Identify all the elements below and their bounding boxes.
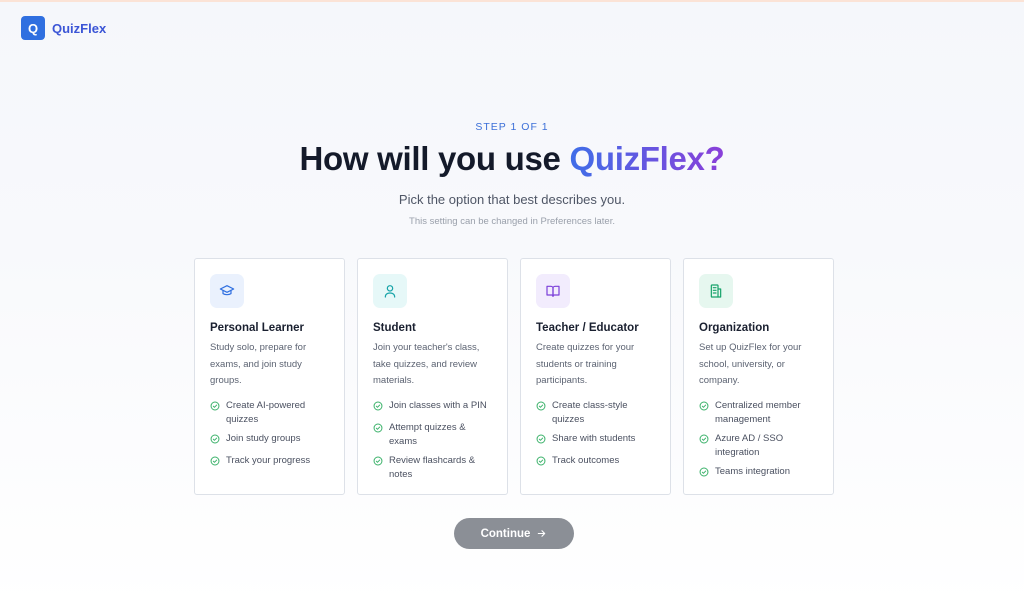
title-prefix: How will you use	[299, 140, 570, 177]
check-circle-icon	[699, 434, 709, 449]
feature-label: Attempt quizzes & exams	[389, 421, 466, 447]
feature-label: Centralized member management	[715, 399, 801, 425]
feature-list: Centralized member management Azure AD /…	[699, 399, 819, 482]
card-description: Set up QuizFlex for your school, univers…	[699, 342, 802, 386]
card-icon	[210, 274, 244, 308]
page-subtitle: Pick the option that best describes you.	[398, 192, 626, 207]
check-circle-icon	[536, 456, 546, 471]
usage-options: Personal Learner Study solo, prepare for…	[194, 258, 834, 495]
card-title: Teacher / Educator	[536, 322, 639, 334]
feature-item: Join classes with a PIN	[373, 399, 493, 416]
step-indicator: STEP 1 OF 1	[475, 121, 549, 133]
book-icon	[546, 285, 560, 297]
card-description: Create quizzes for your students or trai…	[536, 342, 635, 386]
brand-name: QuizFlex	[52, 20, 107, 36]
feature-label: Track your progress	[226, 454, 311, 466]
check-circle-icon	[210, 434, 220, 449]
feature-label: Teams integration	[715, 465, 790, 477]
feature-label: Create AI-powered quizzes	[226, 399, 306, 425]
card-icon	[699, 274, 733, 308]
feature-item: Track outcomes	[536, 454, 656, 471]
card-description: Study solo, prepare for exams, and join …	[210, 342, 307, 386]
check-circle-icon	[210, 456, 220, 471]
feature-item: Review flashcards & notes	[373, 454, 493, 482]
card-icon	[373, 274, 407, 308]
user-icon	[384, 285, 396, 298]
building-icon	[710, 284, 722, 298]
check-circle-icon	[373, 423, 383, 438]
feature-label: Review flashcards & notes	[389, 454, 476, 480]
feature-item: Azure AD / SSO integration	[699, 432, 819, 460]
feature-item: Create class-style quizzes	[536, 399, 656, 427]
check-circle-icon	[536, 401, 546, 416]
feature-label: Join study groups	[226, 432, 301, 444]
feature-item: Create AI-powered quizzes	[210, 399, 330, 427]
page-title: How will you use QuizFlex?	[0, 140, 1024, 178]
check-circle-icon	[373, 401, 383, 416]
option-card-student[interactable]: Student Join your teacher's class, take …	[357, 258, 508, 495]
feature-list: Create AI-powered quizzes Join study gro…	[210, 399, 330, 471]
card-title: Personal Learner	[210, 322, 304, 334]
check-circle-icon	[699, 467, 709, 482]
feature-list: Join classes with a PIN Attempt quizzes …	[373, 399, 493, 482]
continue-button[interactable]: Continue	[454, 518, 574, 549]
card-title: Organization	[699, 322, 770, 334]
check-circle-icon	[210, 401, 220, 416]
check-circle-icon	[699, 401, 709, 416]
feature-label: Track outcomes	[552, 454, 620, 466]
card-icon	[536, 274, 570, 308]
feature-label: Azure AD / SSO integration	[715, 432, 784, 458]
card-title: Student	[373, 322, 416, 334]
option-card-teacher[interactable]: Teacher / Educator Create quizzes for yo…	[520, 258, 671, 495]
feature-item: Share with students	[536, 432, 656, 449]
settings-note: This setting can be changed in Preferenc…	[409, 216, 615, 227]
brand[interactable]: Q QuizFlex	[21, 16, 106, 40]
feature-item: Track your progress	[210, 454, 330, 471]
feature-list: Create class-style quizzes Share with st…	[536, 399, 656, 471]
arrow-right-icon	[538, 530, 546, 537]
check-circle-icon	[536, 434, 546, 449]
feature-label: Share with students	[552, 432, 636, 444]
feature-item: Join study groups	[210, 432, 330, 449]
feature-item: Teams integration	[699, 465, 819, 482]
option-card-personal-learner[interactable]: Personal Learner Study solo, prepare for…	[194, 258, 345, 495]
feature-label: Create class-style quizzes	[552, 399, 628, 425]
graduation-cap-icon	[219, 285, 235, 296]
check-circle-icon	[373, 456, 383, 471]
feature-item: Attempt quizzes & exams	[373, 421, 493, 449]
feature-label: Join classes with a PIN	[389, 399, 487, 411]
title-accent: QuizFlex?	[569, 140, 725, 177]
continue-label: Continue	[480, 527, 531, 540]
card-description: Join your teacher's class, take quizzes,…	[373, 342, 480, 386]
option-card-organization[interactable]: Organization Set up QuizFlex for your sc…	[683, 258, 834, 495]
feature-item: Centralized member management	[699, 399, 819, 427]
brand-logo: Q	[21, 16, 45, 40]
